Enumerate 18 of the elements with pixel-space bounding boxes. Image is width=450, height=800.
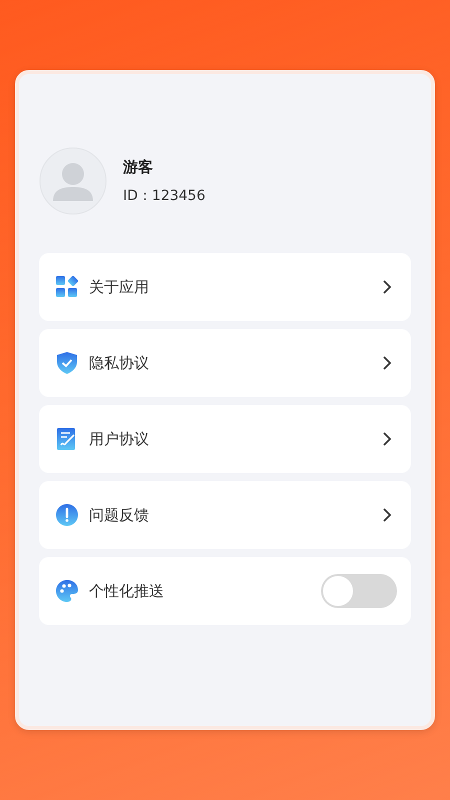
menu-label: 隐私协议: [89, 354, 150, 372]
menu-item[interactable]: 个性化推送: [39, 557, 411, 625]
menu-item[interactable]: 隐私协议: [39, 329, 411, 397]
menu-label: 个性化推送: [89, 582, 165, 600]
palette-icon: [55, 579, 79, 603]
user-name: 游客: [123, 158, 154, 176]
menu-item[interactable]: 问题反馈: [39, 481, 411, 549]
grid-icon: [55, 275, 79, 299]
menu-label: 用户协议: [89, 430, 150, 448]
menu-label: 问题反馈: [89, 506, 150, 524]
user-id: ID：123456: [123, 186, 206, 204]
toggle-switch[interactable]: [321, 574, 397, 608]
exclamation-icon: [55, 503, 79, 527]
shield-check-icon: [55, 351, 79, 375]
menu-item[interactable]: 关于应用: [39, 253, 411, 321]
avatar: [39, 147, 107, 215]
menu-label: 关于应用: [89, 278, 150, 296]
menu-item[interactable]: 用户协议: [39, 405, 411, 473]
